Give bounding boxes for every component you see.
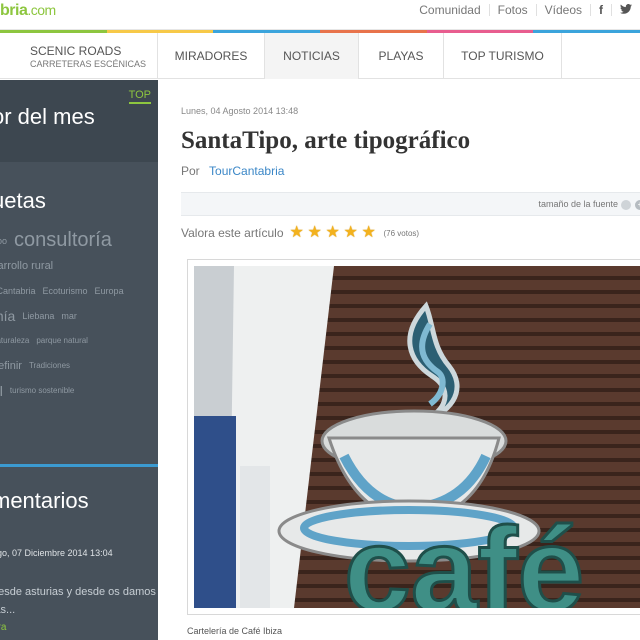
article-main: Lunes, 04 Agosto 2014 13:48 SantaTipo, a… <box>158 80 640 640</box>
nav-scenic-title: SCENIC ROADS <box>30 43 122 58</box>
sidebar: or del mes TOP uetas poo consultoría sarr… <box>0 80 158 640</box>
site-logo[interactable]: bria.com <box>0 2 56 20</box>
photo-caption: Cartelería de Café Ibiza <box>187 626 283 636</box>
link-videos[interactable]: Vídeos <box>537 4 591 16</box>
nav-item-noticias[interactable]: NOTICIAS <box>265 33 359 79</box>
sidebar-separator <box>0 464 158 467</box>
tag-cloud: poo consultoría sarrollo rural l Cantabri… <box>0 228 158 403</box>
tag-link[interactable]: Tradiciones <box>29 361 70 370</box>
top-links: Comunidad Fotos Vídeos f <box>411 0 640 20</box>
twitter-icon[interactable] <box>612 4 640 16</box>
facebook-icon[interactable]: f <box>591 4 612 16</box>
sidebar-top-title: or del mes <box>0 104 95 129</box>
rating-stars[interactable]: ★ ★ ★ ★ ★ <box>290 225 380 241</box>
byline-label: Por <box>181 164 200 178</box>
cafe-sign-illustration: café <box>194 266 640 608</box>
comments-title: mentarios <box>0 488 89 513</box>
rating-label: Valora este artículo <box>181 226 284 240</box>
tag-link[interactable]: l Cantabria <box>0 286 36 296</box>
article-date: Lunes, 04 Agosto 2014 13:48 <box>181 106 299 116</box>
tag-link[interactable]: poo <box>0 236 7 246</box>
sidebar-top-block: or del mes TOP <box>0 80 158 162</box>
article-byline: Por TourCantabria <box>181 164 284 178</box>
nav-item-playas[interactable]: PLAYAS <box>359 33 444 79</box>
rating-votes: (76 votos) <box>383 228 420 238</box>
font-decrease-icon[interactable] <box>621 200 631 210</box>
font-increase-icon[interactable]: + <box>635 200 640 210</box>
author-link[interactable]: TourCantabria <box>209 164 284 178</box>
comment-text[interactable]: desde asturias y desde os damos las... <box>0 583 158 619</box>
main-nav: SCENIC ROADS CARRETERAS ESCÉNICAS MIRADO… <box>0 33 640 79</box>
tag-link[interactable]: mía <box>0 308 15 324</box>
nav-item-top-turismo[interactable]: TOP TURISMO <box>444 33 562 79</box>
link-comunidad[interactable]: Comunidad <box>411 4 490 16</box>
star-icon[interactable]: ★ <box>362 225 378 241</box>
article-photo-frame: café <box>187 259 640 615</box>
tag-link[interactable]: definir <box>0 360 22 372</box>
star-icon[interactable]: ★ <box>308 225 324 241</box>
star-icon[interactable]: ★ <box>326 225 342 241</box>
tag-link[interactable]: Europa <box>95 286 124 296</box>
comment-date: ngo, 07 Diciembre 2014 13:04 <box>0 548 113 558</box>
tag-link[interactable]: Ecoturismo <box>43 286 88 296</box>
logo-main-text: bria <box>0 2 28 19</box>
top-bar: bria.com Comunidad Fotos Vídeos f <box>0 0 640 30</box>
tag-link[interactable]: sarrollo rural <box>0 260 53 272</box>
tag-link[interactable]: Liebana <box>22 311 54 321</box>
article-photo[interactable]: café <box>194 266 640 608</box>
tag-link[interactable]: mar <box>61 311 77 321</box>
tags-title: uetas <box>0 188 46 213</box>
comment-read-more-link[interactable]: era <box>0 622 6 633</box>
tag-link[interactable]: al <box>0 383 3 399</box>
nav-scenic-subtitle: CARRETERAS ESCÉNICAS <box>30 58 147 69</box>
font-size-label: tamaño de la fuente <box>538 199 618 209</box>
tag-link[interactable]: parque natural <box>36 336 88 345</box>
font-size-bar: tamaño de la fuente + <box>181 192 640 216</box>
cafe-sign-letters: café <box>344 503 584 608</box>
star-icon[interactable]: ★ <box>290 225 306 241</box>
tag-link[interactable]: turismo sostenible <box>10 386 74 395</box>
link-fotos[interactable]: Fotos <box>490 4 537 16</box>
article-title: SantaTipo, arte tipográfico <box>181 127 471 154</box>
tag-link[interactable]: naturaleza <box>0 336 29 345</box>
nav-scenic-roads[interactable]: SCENIC ROADS CARRETERAS ESCÉNICAS <box>0 33 158 79</box>
star-icon[interactable]: ★ <box>344 225 360 241</box>
tag-link[interactable]: consultoría <box>14 229 112 252</box>
rating-row: Valora este artículo ★ ★ ★ ★ ★ (76 votos) <box>181 225 419 241</box>
logo-domain-text: .com <box>27 2 56 18</box>
nav-item-miradores[interactable]: MIRADORES <box>158 33 265 79</box>
top-badge[interactable]: TOP <box>128 89 151 104</box>
